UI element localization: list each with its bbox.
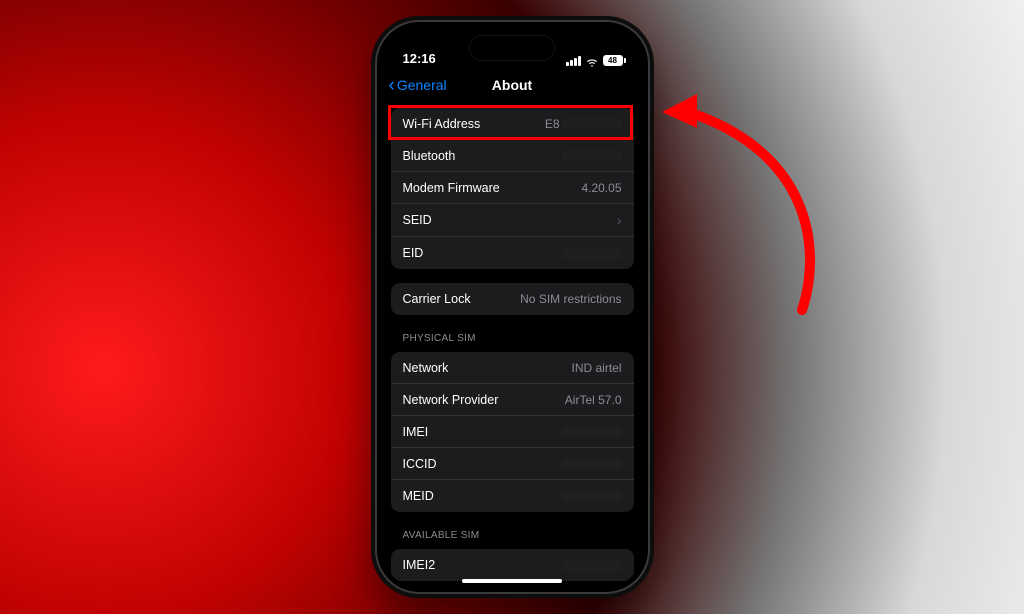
row-value: 4.20.05 (581, 181, 621, 195)
settings-group-device-info: Wi-Fi Address E8 Bluetooth Modem Firmware 4.… (391, 108, 634, 269)
page-background: 12:16 48 ‹ General About (0, 0, 1024, 614)
nav-bar: ‹ General About (381, 68, 644, 102)
redacted-value (562, 426, 622, 437)
screen: 12:16 48 ‹ General About (381, 26, 644, 588)
settings-row-imei2[interactable]: IMEI2 (391, 549, 634, 581)
row-label: Carrier Lock (403, 292, 471, 306)
back-label: General (397, 77, 447, 93)
group-header-available-sim: Available SIM (381, 526, 644, 543)
redacted-value (562, 150, 622, 161)
battery-icon: 48 (603, 55, 626, 66)
row-label: Network (403, 361, 449, 375)
settings-group-available-sim: IMEI2 (391, 549, 634, 581)
row-label: IMEI (403, 425, 429, 439)
row-value: E8 (545, 117, 560, 131)
settings-content[interactable]: Wi-Fi Address E8 Bluetooth Modem Firmware 4.… (381, 102, 644, 588)
redacted-value (562, 560, 622, 571)
settings-row-network-provider[interactable]: Network Provider AirTel 57.0 (391, 384, 634, 416)
settings-row-wifi-address[interactable]: Wi-Fi Address E8 (391, 108, 634, 140)
row-label: Network Provider (403, 393, 499, 407)
arrow-annotation (642, 80, 842, 340)
chevron-right-icon: › (617, 212, 622, 228)
row-label: Bluetooth (403, 149, 456, 163)
settings-row-network[interactable]: Network IND airtel (391, 352, 634, 384)
settings-row-modem-firmware[interactable]: Modem Firmware 4.20.05 (391, 172, 634, 204)
settings-row-carrier-lock[interactable]: Carrier Lock No SIM restrictions (391, 283, 634, 315)
row-value: No SIM restrictions (520, 292, 621, 306)
redacted-value (562, 491, 622, 502)
dynamic-island (470, 36, 554, 60)
redacted-value (562, 248, 622, 259)
row-value: IND airtel (571, 361, 621, 375)
row-label: SEID (403, 213, 432, 227)
row-label: MEID (403, 489, 434, 503)
settings-row-seid[interactable]: SEID › (391, 204, 634, 237)
settings-row-meid[interactable]: MEID (391, 480, 634, 512)
cellular-signal-icon (566, 56, 581, 66)
row-value: AirTel 57.0 (565, 393, 622, 407)
redacted-value (562, 458, 622, 469)
settings-row-bluetooth[interactable]: Bluetooth (391, 140, 634, 172)
settings-group-physical-sim: Network IND airtel Network Provider AirTel … (391, 352, 634, 512)
group-header-physical-sim: Physical SIM (381, 329, 644, 346)
settings-row-imei[interactable]: IMEI (391, 416, 634, 448)
wifi-icon (585, 56, 599, 66)
settings-row-eid[interactable]: EID (391, 237, 634, 269)
back-button[interactable]: ‹ General (389, 76, 447, 95)
status-time: 12:16 (403, 51, 436, 66)
row-label: IMEI2 (403, 558, 436, 572)
home-indicator[interactable] (462, 579, 562, 583)
row-label: Wi-Fi Address (403, 117, 481, 131)
row-label: ICCID (403, 457, 437, 471)
row-label: EID (403, 246, 424, 260)
iphone-frame: 12:16 48 ‹ General About (375, 20, 650, 594)
settings-row-iccid[interactable]: ICCID (391, 448, 634, 480)
row-label: Modem Firmware (403, 181, 500, 195)
redacted-value (562, 118, 622, 129)
settings-group-carrier: Carrier Lock No SIM restrictions (391, 283, 634, 315)
chevron-left-icon: ‹ (389, 76, 395, 95)
